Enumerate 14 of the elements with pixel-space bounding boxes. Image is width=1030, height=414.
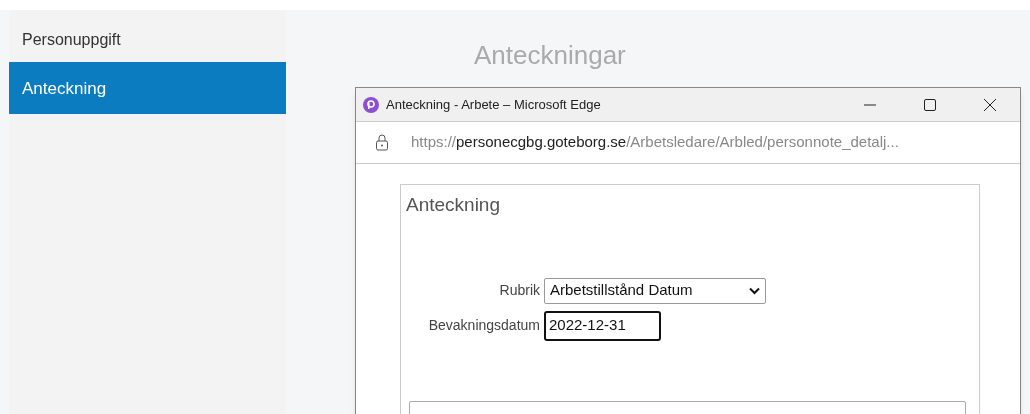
sidebar-item[interactable]: Anteckning [9, 62, 286, 114]
page-heading: Anteckningar [474, 39, 627, 72]
lock-icon [375, 134, 389, 151]
chevron-down-icon [749, 286, 760, 295]
date-field[interactable]: 2022-12-31 [544, 310, 661, 341]
window-title: Anteckning - Arbete – Microsoft Edge [386, 95, 601, 114]
form-title: Anteckning [406, 193, 501, 217]
close-icon[interactable] [983, 97, 997, 112]
app-logo-icon [363, 96, 379, 113]
address-url[interactable]: https://personecgbg.goteborg.se/Arbetsledare/Arbled/personnote_detalj... [411, 131, 899, 154]
rubrik-dropdown[interactable]: Arbetstillstånd Datum [544, 277, 766, 304]
field-label: Bevakningsdatum [427, 316, 541, 335]
maximize-icon[interactable] [923, 97, 937, 112]
field-label: Rubrik [498, 281, 541, 300]
